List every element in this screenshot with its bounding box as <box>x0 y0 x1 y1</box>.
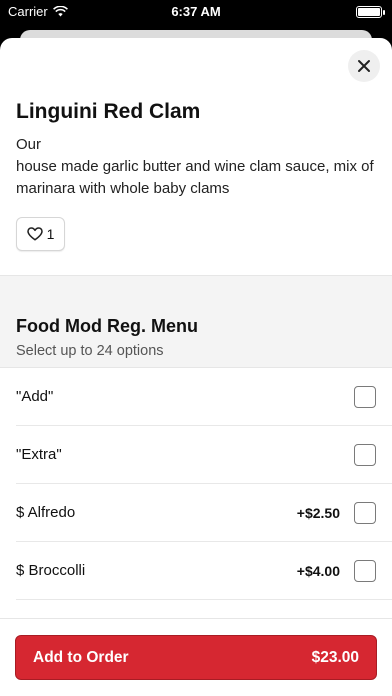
option-price: +$2.50 <box>296 504 340 521</box>
add-to-order-button[interactable]: Add to Order $23.00 <box>15 635 377 680</box>
modifier-group-subtitle: Select up to 24 options <box>16 343 164 359</box>
battery-fill <box>358 8 380 16</box>
option-label: $ Broccolli <box>16 562 86 579</box>
add-to-order-label: Add to Order <box>33 648 129 666</box>
option-checkbox[interactable] <box>354 559 376 582</box>
order-footer: Add to Order $23.00 <box>0 618 392 696</box>
option-row-add[interactable]: "Add" <box>16 368 392 426</box>
option-checkbox[interactable] <box>354 385 376 408</box>
clock: 6:37 AM <box>171 4 221 19</box>
battery-icon <box>356 6 385 18</box>
option-label: "Extra" <box>16 446 62 463</box>
option-checkbox[interactable] <box>354 501 376 524</box>
close-icon <box>358 60 370 72</box>
option-row-alfredo[interactable]: $ Alfredo +$2.50 <box>16 484 392 542</box>
option-row-broccolli[interactable]: $ Broccolli +$4.00 <box>16 542 392 600</box>
modifier-options-list: "Add" "Extra" $ Alfredo +$2.50 $ Broccol… <box>0 368 392 658</box>
modifier-group-title: Food Mod Reg. Menu <box>16 316 198 336</box>
like-button[interactable]: 1 <box>16 217 65 251</box>
item-title: Linguini Red Clam <box>16 100 201 123</box>
close-button[interactable] <box>348 50 380 82</box>
order-total: $23.00 <box>311 648 359 666</box>
option-row-extra[interactable]: "Extra" <box>16 426 392 484</box>
option-price: +$4.00 <box>296 562 340 579</box>
option-label: "Add" <box>16 388 54 405</box>
option-label: $ Alfredo <box>16 504 76 521</box>
heart-icon <box>26 227 43 241</box>
item-description: Our house made garlic butter and wine cl… <box>16 136 374 197</box>
item-detail-sheet: Linguini Red Clam Our house made garlic … <box>0 38 392 696</box>
like-count: 1 <box>46 226 55 242</box>
status-bar: Carrier 6:37 AM <box>0 0 392 24</box>
option-checkbox[interactable] <box>354 443 376 466</box>
modifier-group-header: Food Mod Reg. Menu Select up to 24 optio… <box>0 275 392 368</box>
